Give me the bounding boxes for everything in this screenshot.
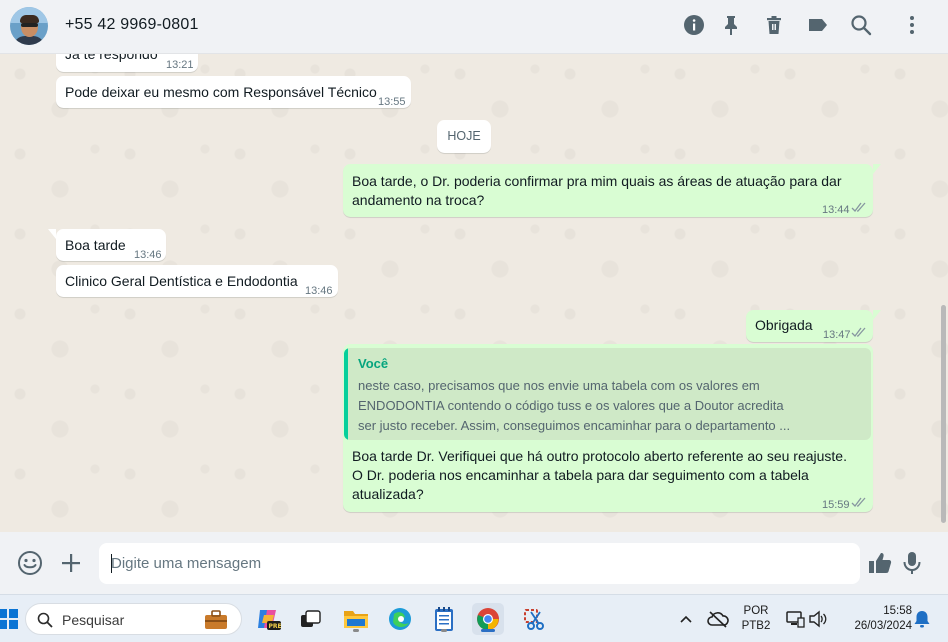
search-icon[interactable] <box>849 13 873 37</box>
windows-taskbar: Pesquisar PRE POR PTB2 15:58 26/03/2024 <box>0 594 948 642</box>
contact-avatar[interactable] <box>10 7 48 45</box>
message-input[interactable] <box>111 543 841 584</box>
info-icon[interactable] <box>682 13 706 37</box>
message-time: 13:55 <box>378 96 406 108</box>
quote-author: Você <box>358 356 389 371</box>
language-code: POR <box>743 605 769 617</box>
message-text: andamento na troca? <box>352 192 485 208</box>
file-explorer-icon[interactable] <box>340 603 372 635</box>
microphone-icon[interactable] <box>898 549 926 577</box>
message-time: 13:46 <box>305 285 333 297</box>
quote-accent-bar <box>344 348 348 440</box>
active-indicator <box>481 629 495 632</box>
edge-icon[interactable] <box>384 603 416 635</box>
clock-time: 15:58 <box>883 605 912 617</box>
notepad-icon[interactable] <box>428 603 460 635</box>
notification-bell-icon[interactable] <box>906 603 938 635</box>
message-text: Já te respondo <box>65 54 158 62</box>
search-label: Pesquisar <box>62 612 125 628</box>
message-time: 13:21 <box>166 59 194 71</box>
delete-icon[interactable] <box>762 13 786 37</box>
message-outgoing[interactable]: Boa tarde, o Dr. poderia confirmar pra m… <box>343 164 881 217</box>
message-incoming[interactable]: Clinico Geral Dentística e Endodontia 13… <box>56 265 338 297</box>
message-input-container <box>99 543 860 584</box>
double-check-icon <box>851 497 866 507</box>
attach-plus-icon[interactable] <box>57 549 85 577</box>
quoted-message[interactable]: Você neste caso, precisamos que nos envi… <box>344 348 871 440</box>
quote-line: ENDODONTIA contendo o código tuss e os v… <box>358 398 784 413</box>
message-time: 13:47 <box>823 329 851 341</box>
composer <box>0 532 948 594</box>
message-time: 13:46 <box>134 249 162 261</box>
day-divider: HOJE <box>437 120 491 153</box>
label-icon[interactable] <box>806 13 830 37</box>
chevron-up-icon[interactable] <box>670 603 702 635</box>
clock[interactable]: 15:58 26/03/2024 <box>836 604 912 634</box>
copilot-icon[interactable]: PRE <box>252 603 284 635</box>
windows-start-icon[interactable] <box>0 603 24 635</box>
running-indicator <box>353 629 359 632</box>
message-time: 13:44 <box>822 204 850 216</box>
text-caret <box>111 554 112 573</box>
taskbar-search[interactable]: Pesquisar <box>25 603 242 635</box>
message-incoming[interactable]: Já te respondo 13:21 <box>56 54 198 72</box>
search-icon <box>37 612 53 628</box>
menu-icon[interactable] <box>900 13 924 37</box>
message-incoming[interactable]: Boa tarde 13:46 <box>48 229 166 261</box>
message-text: Pode deixar eu mesmo com Responsável Téc… <box>65 84 377 100</box>
chrome-icon[interactable] <box>472 603 504 635</box>
input-language[interactable]: POR PTB2 <box>740 604 772 634</box>
snipping-tool-icon[interactable] <box>518 603 550 635</box>
keyboard-layout: PTB2 <box>741 620 771 632</box>
quote-line: neste caso, precisamos que nos envie uma… <box>358 378 760 393</box>
emoji-icon[interactable] <box>16 549 44 577</box>
pin-icon[interactable] <box>719 13 743 37</box>
volume-icon[interactable] <box>802 603 834 635</box>
cloud-offline-icon[interactable] <box>702 603 734 635</box>
clock-date: 26/03/2024 <box>854 620 912 632</box>
contact-name[interactable]: +55 42 9969-0801 <box>65 16 199 34</box>
svg-text:PRE: PRE <box>269 623 282 630</box>
chat-scrollbar[interactable] <box>941 305 946 523</box>
quote-line: ser justo receber. Assim, conseguimos en… <box>358 418 791 433</box>
double-check-icon <box>851 327 866 337</box>
briefcase-icon <box>205 610 227 629</box>
running-indicator <box>441 629 447 632</box>
message-text: Boa tarde, o Dr. poderia confirmar pra m… <box>352 173 842 189</box>
message-text: Boa tarde <box>65 237 126 253</box>
task-view-icon[interactable] <box>295 603 327 635</box>
message-text: Boa tarde Dr. Verifiquei que há outro pr… <box>352 448 847 464</box>
message-incoming[interactable]: Pode deixar eu mesmo com Responsável Téc… <box>56 76 411 108</box>
thumbs-up-icon[interactable] <box>866 549 894 577</box>
message-text: O Dr. poderia nos encaminhar a tabela pa… <box>352 467 809 483</box>
message-text: Obrigada <box>755 317 813 333</box>
chat-header: +55 42 9969-0801 <box>0 0 948 54</box>
message-list[interactable]: Já te respondo 13:21 Pode deixar eu mesm… <box>0 54 948 532</box>
message-text: Clinico Geral Dentística e Endodontia <box>65 273 298 289</box>
double-check-icon <box>851 202 866 212</box>
message-outgoing[interactable]: Obrigada 13:47 <box>746 310 881 342</box>
message-text: atualizada? <box>352 486 424 502</box>
message-time: 15:59 <box>822 499 850 511</box>
